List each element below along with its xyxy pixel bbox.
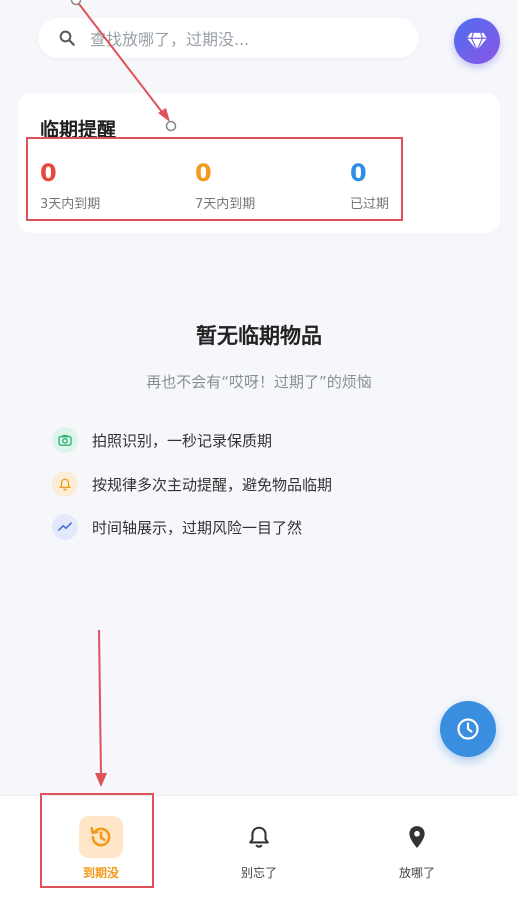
clock-fab-button[interactable]: [440, 701, 496, 757]
feature-text: 拍照识别，一秒记录保质期: [92, 431, 273, 450]
arrow-to-nav: [95, 629, 107, 787]
stat-value: 0: [195, 159, 212, 187]
nav-highlight-box: [40, 793, 154, 888]
empty-state-title: 暂无临期物品: [196, 324, 322, 348]
stat-label: 7天内到期: [195, 197, 256, 212]
stat-7-days[interactable]: 0 7天内到期: [195, 159, 255, 212]
vip-button[interactable]: [454, 18, 500, 64]
search-input[interactable]: 查找放哪了，过期没...: [90, 26, 249, 50]
feature-text: 时间轴展示，过期风险一目了然: [92, 518, 303, 537]
clock-icon: [456, 717, 480, 741]
stat-label: 已过期: [350, 197, 390, 212]
stat-value: 0: [40, 159, 57, 187]
stat-3-days[interactable]: 0 3天内到期: [40, 159, 100, 212]
feature-item-photo: 拍照识别，一秒记录保质期: [52, 427, 272, 453]
feature-item-timeline: 时间轴展示，过期风险一目了然: [52, 514, 302, 540]
search-bar[interactable]: 查找放哪了，过期没...: [38, 18, 419, 58]
nav-label: 放哪了: [398, 866, 435, 880]
feature-item-reminder: 按规律多次主动提醒，避免物品临期: [52, 471, 332, 497]
camera-icon: [52, 427, 78, 453]
bell-icon: [52, 471, 78, 497]
stat-expired[interactable]: 0 已过期: [350, 159, 389, 212]
stat-value: 0: [350, 159, 367, 187]
feature-text: 按规律多次主动提醒，避免物品临期: [92, 475, 333, 494]
nav-item-location[interactable]: 放哪了: [357, 796, 477, 898]
nav-label: 别忘了: [240, 866, 277, 880]
diamond-icon: [466, 31, 488, 51]
search-icon: [58, 29, 76, 47]
bell-icon: [237, 816, 281, 858]
expiry-reminder-card: 临期提醒 0 3天内到期 0 7天内到期 0 已过期: [18, 93, 500, 233]
location-pin-icon: [395, 816, 439, 858]
trend-icon: [52, 514, 78, 540]
stat-label: 3天内到期: [40, 197, 101, 212]
empty-state-subtitle: 再也不会有“哎呀！过期了”的烦恼: [146, 373, 372, 391]
nav-item-reminders[interactable]: 别忘了: [199, 796, 319, 898]
